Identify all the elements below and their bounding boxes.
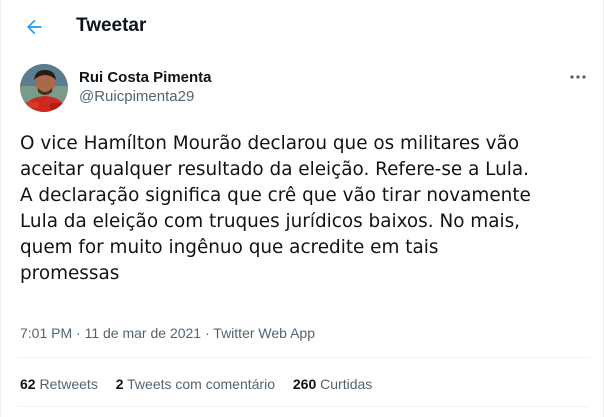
likes-stat[interactable]: 260 Curtidas xyxy=(293,375,372,393)
retweets-stat[interactable]: 62 Retweets xyxy=(20,375,98,393)
tweet-author: Rui Costa Pimenta @Ruicpimenta29 xyxy=(20,63,590,113)
tweet-stats: 62 Retweets 2 Tweets com comentário 260 … xyxy=(20,375,386,393)
page-header: Tweetar xyxy=(1,0,604,53)
likes-label: Curtidas xyxy=(316,376,373,392)
separator: · xyxy=(201,325,214,341)
back-button[interactable] xyxy=(17,10,51,44)
tweet-text: O vice Hamílton Mourão declarou que os m… xyxy=(20,133,531,284)
quote-tweets-label: Tweets com comentário xyxy=(123,376,275,392)
tweet-page: Tweetar Rui Costa Pimenta @Ruicpimenta29 xyxy=(0,0,604,417)
retweets-label: Retweets xyxy=(35,376,98,392)
divider xyxy=(17,357,589,358)
tweet-date[interactable]: 11 de mar de 2021 xyxy=(85,325,202,341)
avatar[interactable] xyxy=(20,64,68,112)
quote-tweets-count: 2 xyxy=(115,376,124,392)
page-title: Tweetar xyxy=(76,15,147,36)
separator: · xyxy=(72,325,85,341)
retweets-count: 62 xyxy=(20,376,36,392)
more-options-button[interactable] xyxy=(566,67,590,87)
author-name[interactable]: Rui Costa Pimenta xyxy=(79,69,212,87)
tweet-metadata: 7:01 PM · 11 de mar de 2021 · Twitter We… xyxy=(20,324,315,342)
more-dots-icon xyxy=(570,75,586,79)
tweet-source[interactable]: Twitter Web App xyxy=(213,325,315,341)
tweet-time[interactable]: 7:01 PM xyxy=(20,325,72,341)
arrow-left-icon xyxy=(27,19,42,35)
divider xyxy=(17,406,589,407)
likes-count: 260 xyxy=(292,376,317,392)
author-handle[interactable]: @Ruicpimenta29 xyxy=(79,88,194,106)
quote-tweets-stat[interactable]: 2 Tweets com comentário xyxy=(116,375,275,393)
